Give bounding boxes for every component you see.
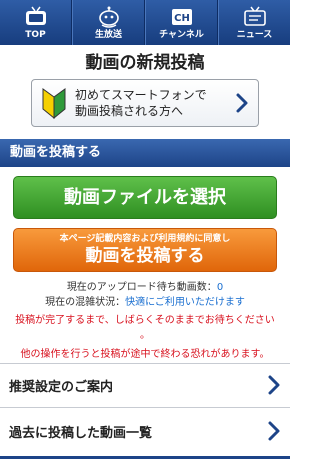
news-tv-icon <box>243 6 266 26</box>
queue-status: 現在のアップロード待ち動画数：0 <box>0 280 290 295</box>
recommended-settings-label: 推奨設定のご案内 <box>9 379 114 395</box>
congestion-status: 現在の混雑状況：快適にご利用いただけます <box>0 295 290 310</box>
recommended-settings-link[interactable]: 推奨設定のご案内 <box>0 363 290 406</box>
past-videos-label: 過去に投稿した動画一覧 <box>9 425 153 441</box>
robot-icon <box>98 6 119 28</box>
queue-label: 現在のアップロード待ち動画数： <box>66 282 217 293</box>
post-button-note: 本ページ記載内容および利用規約に同意し <box>59 234 231 244</box>
nav-label: チャンネル <box>159 30 204 40</box>
upload-warning: 投稿が完了するまで、しばらくそのままでお待ちください 。 他の操作を行うと投稿が… <box>0 313 290 362</box>
nav-label: 生放送 <box>94 30 122 40</box>
nav-item-channel[interactable]: CH チャンネル <box>145 0 218 45</box>
channel-icon: CH <box>171 9 192 25</box>
nav-label: TOP <box>25 30 46 40</box>
nav-label: ニュース <box>236 30 273 40</box>
queue-count: 0 <box>216 282 224 293</box>
beginner-guide-line2: 動画投稿される方へ <box>75 104 184 118</box>
beginner-guide-line1: 初めてスマートフォンで <box>75 88 207 102</box>
warning-line1-tail: 。 <box>140 330 150 341</box>
post-button-label: 動画を投稿する <box>85 246 205 266</box>
section-header: 動画を投稿する <box>0 139 290 167</box>
top-nav: TOP 生放送 CH チャンネル ニュース <box>0 0 290 45</box>
past-videos-link[interactable]: 過去に投稿した動画一覧 <box>0 407 290 454</box>
svg-text:CH: CH <box>174 13 190 24</box>
select-video-file-button[interactable]: 動画ファイルを選択 <box>13 176 277 219</box>
beginner-guide-text: 初めてスマートフォンで 動画投稿される方へ <box>75 87 235 119</box>
chevron-right-icon <box>236 93 248 113</box>
page-title: 動画の新規投稿 <box>85 53 205 73</box>
congestion-label: 現在の混雑状況： <box>45 297 126 308</box>
tv-icon <box>25 6 46 25</box>
chevron-right-icon <box>268 421 280 441</box>
upload-status: 現在のアップロード待ち動画数：0 現在の混雑状況：快適にご利用いただけます <box>0 280 290 310</box>
beginner-mark-icon <box>42 88 66 119</box>
post-video-button[interactable]: 本ページ記載内容および利用規約に同意し 動画を投稿する <box>13 228 277 272</box>
beginner-guide-link[interactable]: 初めてスマートフォンで 動画投稿される方へ <box>31 79 259 127</box>
nav-item-live[interactable]: 生放送 <box>72 0 145 45</box>
warning-line1: 投稿が完了するまで、しばらくそのままでお待ちください <box>15 315 275 326</box>
chevron-right-icon <box>268 375 280 395</box>
congestion-value: 快適にご利用いただけます <box>125 297 245 308</box>
warning-line2: 他の操作を行うと投稿が途中で終わる恐れがあります。 <box>20 349 270 360</box>
nav-item-top[interactable]: TOP <box>0 0 72 45</box>
nav-item-news[interactable]: ニュース <box>218 0 290 45</box>
